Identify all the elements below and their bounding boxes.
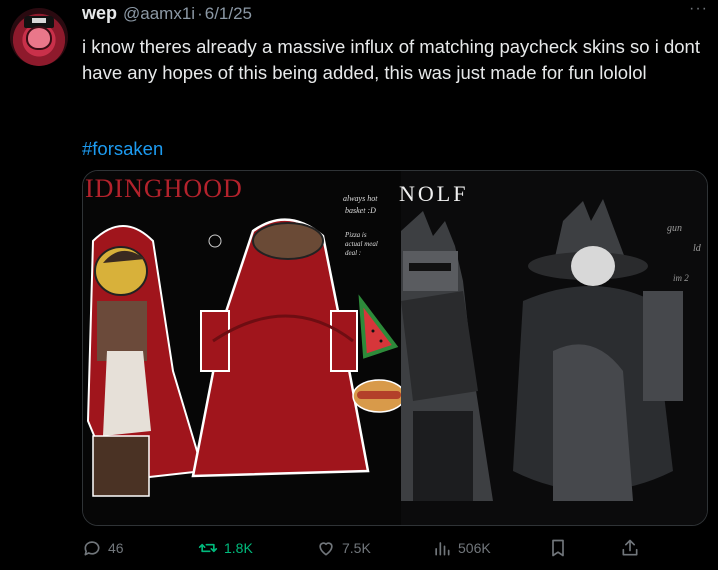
hood-title: IDINGHOOD [85, 174, 243, 203]
views-button[interactable]: 506K [432, 538, 491, 558]
note-always: always hot [343, 194, 378, 203]
more-icon[interactable]: ··· [689, 0, 708, 18]
repost-count: 1.8K [224, 540, 253, 556]
share-icon [622, 539, 638, 556]
wolf-title: NOLF [399, 181, 468, 206]
views-count: 506K [458, 540, 491, 556]
note-deal: deal : [345, 249, 361, 257]
avatar[interactable] [10, 8, 68, 66]
avatar-face [26, 26, 52, 50]
reply-button[interactable]: 46 [82, 538, 124, 558]
author-name[interactable]: wep [82, 3, 117, 24]
repost-button[interactable]: 1.8K [198, 538, 253, 558]
note-im2: im 2 [673, 273, 689, 283]
note-gun: gun [667, 223, 682, 234]
heart-icon [319, 542, 333, 556]
bookmark-button[interactable] [548, 538, 568, 558]
action-bar: 46 1.8K 7.5K 506K [82, 538, 642, 562]
header-separator: · [197, 4, 203, 23]
hotdog [352, 379, 406, 413]
note-pizza: Pizza is [344, 231, 367, 239]
post-text: i know theres already a massive influx o… [82, 36, 700, 83]
share-button[interactable] [620, 538, 640, 558]
post-header: wep @aamx1i · 6/1/25 [82, 3, 252, 25]
like-button[interactable]: 7.5K [316, 538, 371, 558]
hashtag-link[interactable]: #forsaken [82, 138, 163, 160]
reply-count: 46 [108, 540, 124, 556]
avatar-hatband [32, 18, 46, 23]
repost-icon [198, 543, 218, 553]
note-ld: ld [693, 243, 702, 254]
reply-icon [84, 541, 100, 556]
post-date[interactable]: 6/1/25 [205, 4, 252, 24]
note-basket: basket :D [345, 206, 376, 215]
like-count: 7.5K [342, 540, 371, 556]
views-icon [435, 542, 450, 556]
bookmark-icon [552, 539, 564, 557]
note-actual: actual meal [345, 240, 378, 248]
author-handle[interactable]: @aamx1i [123, 4, 195, 24]
post-image[interactable]: IDINGHOOD always hot basket :D Pizza is … [82, 170, 708, 526]
